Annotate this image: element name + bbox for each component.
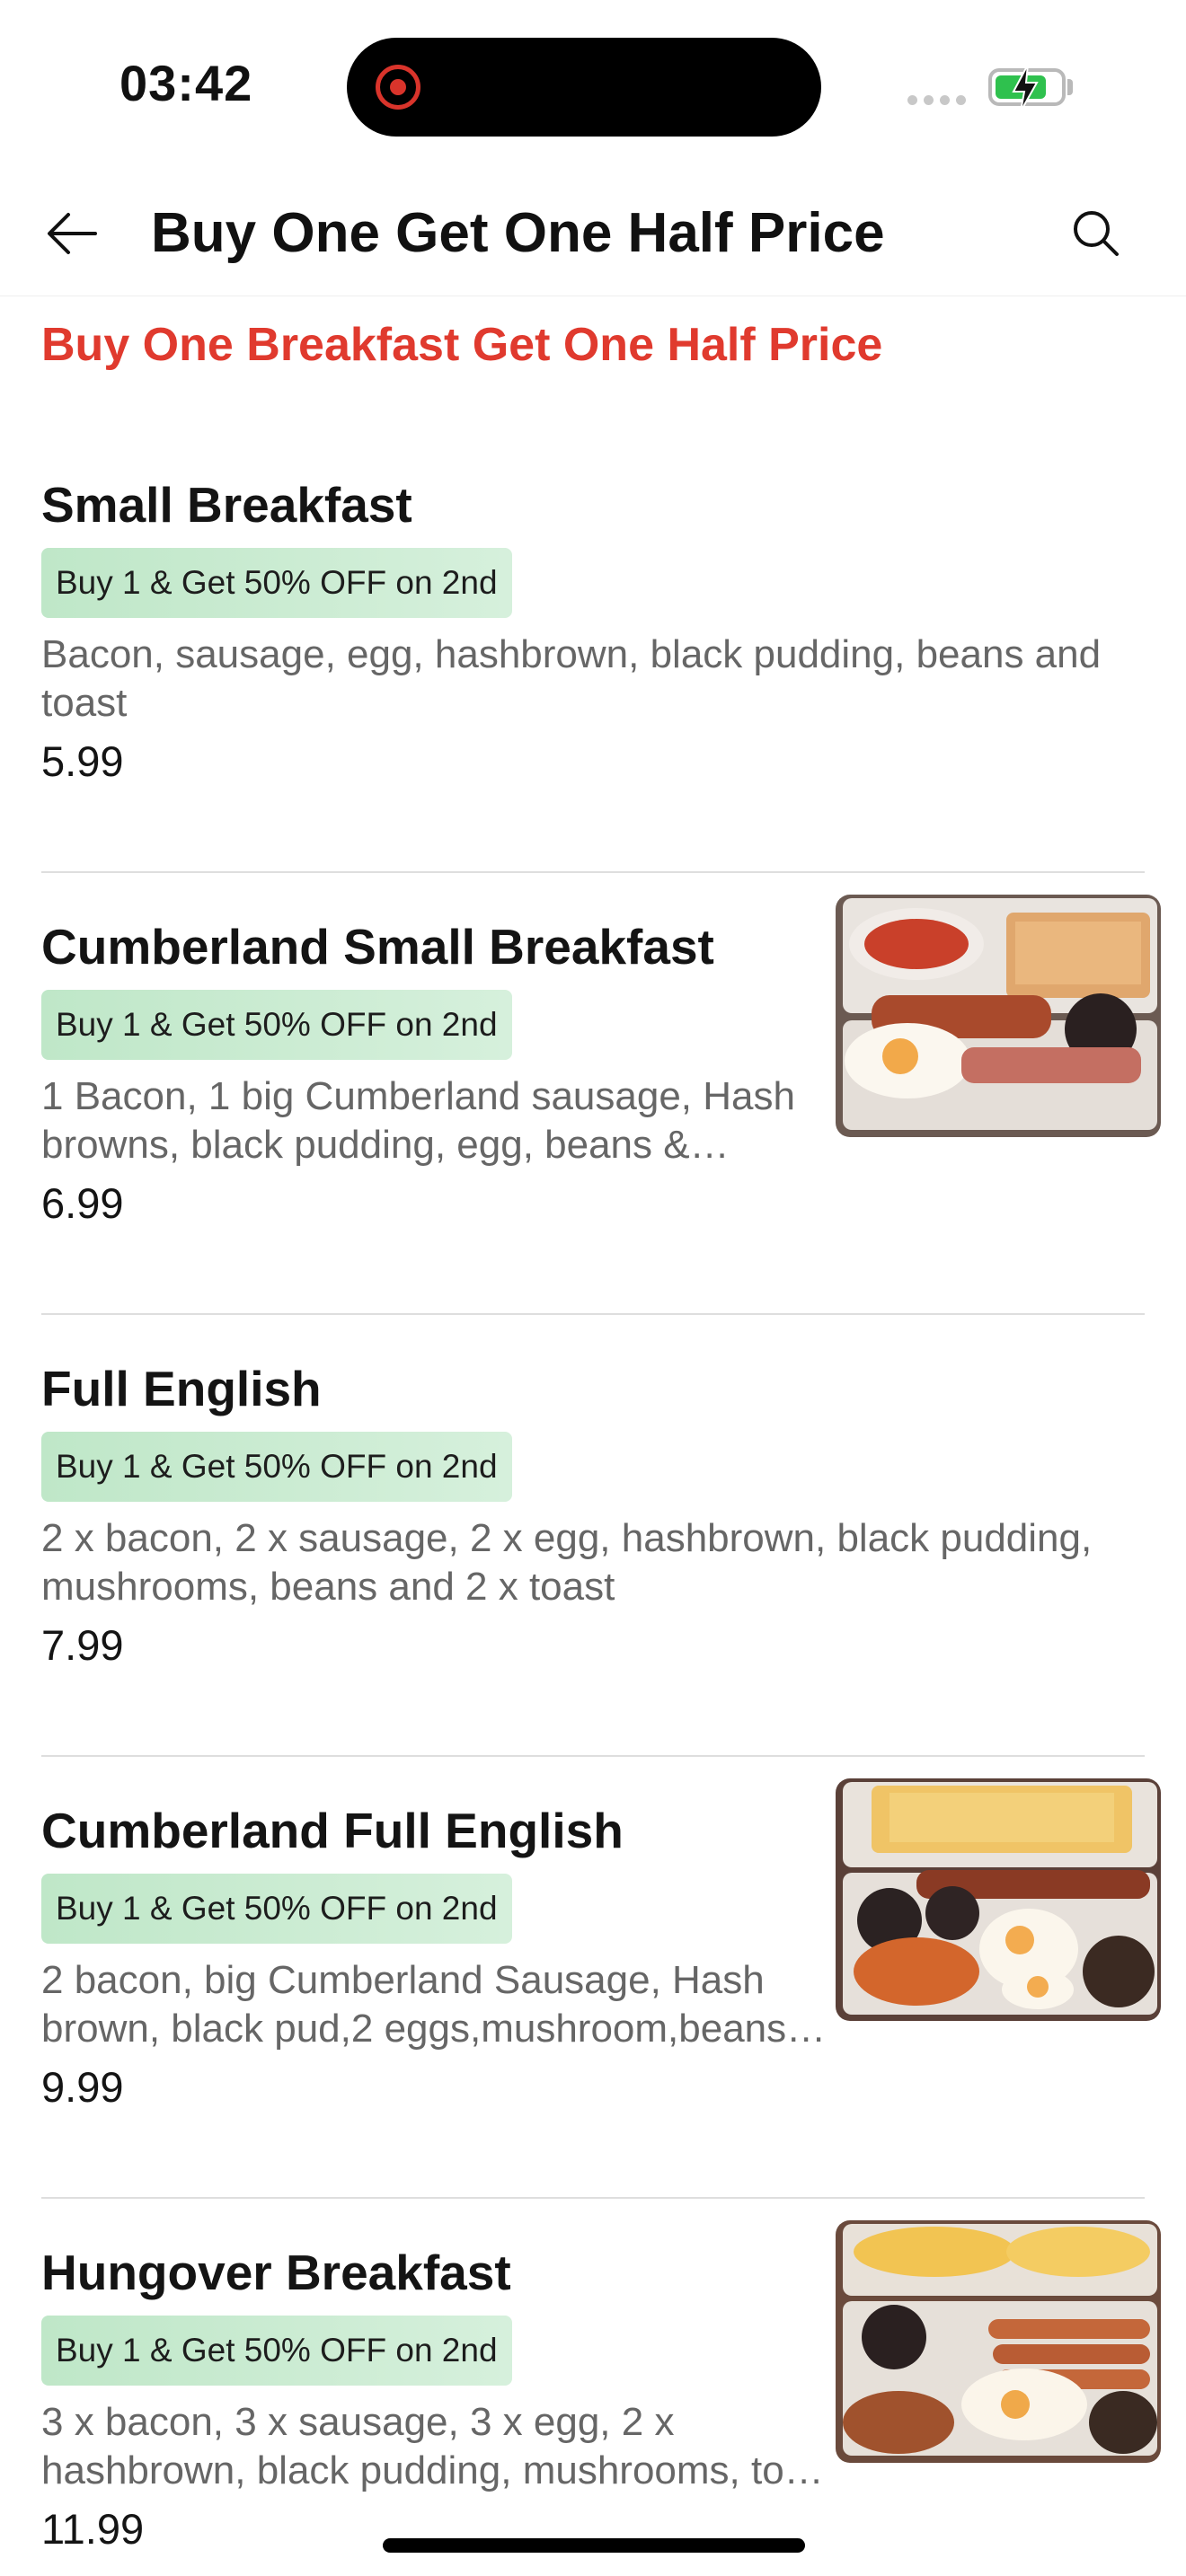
offer-badge: Buy 1 & Get 50% OFF on 2nd — [41, 548, 512, 618]
status-time: 03:42 — [119, 55, 253, 111]
menu-item[interactable]: Small Breakfast Buy 1 & Get 50% OFF on 2… — [0, 431, 1186, 873]
breakfast-food-image — [836, 895, 1161, 1137]
item-name: Small Breakfast — [41, 477, 412, 533]
item-description: 3 x bacon, 3 x sausage, 3 x egg, 2 x has… — [41, 2400, 824, 2492]
menu-list: Small Breakfast Buy 1 & Get 50% OFF on 2… — [0, 431, 1186, 2576]
screen-recording-icon — [376, 65, 420, 110]
home-indicator[interactable] — [383, 2538, 805, 2553]
item-price: 11.99 — [41, 2505, 145, 2553]
section-title: Buy One Breakfast Get One Half Price — [41, 319, 883, 371]
item-description: 2 x bacon, 2 x sausage, 2 x egg, hashbro… — [41, 1516, 1093, 1609]
item-photo[interactable] — [836, 2220, 1161, 2463]
breakfast-food-image — [836, 2220, 1161, 2463]
item-name: Cumberland Small Breakfast — [41, 919, 714, 975]
search-button[interactable] — [1060, 198, 1132, 269]
search-icon — [1074, 211, 1119, 256]
cellular-signal-icon — [907, 95, 966, 105]
dynamic-island — [347, 38, 821, 137]
arrow-left-icon — [48, 213, 97, 254]
menu-item[interactable]: Cumberland Small Breakfast Buy 1 & Get 5… — [0, 873, 1186, 1315]
app-header: Buy One Get One Half Price — [0, 171, 1186, 296]
menu-item[interactable]: Hungover Breakfast Buy 1 & Get 50% OFF o… — [0, 2199, 1186, 2576]
item-price: 5.99 — [41, 737, 124, 785]
item-price: 7.99 — [41, 1621, 124, 1669]
item-name: Hungover Breakfast — [41, 2245, 511, 2300]
item-description: Bacon, sausage, egg, hashbrown, black pu… — [41, 632, 1102, 725]
item-name: Cumberland Full English — [41, 1803, 624, 1858]
menu-item[interactable]: Cumberland Full English Buy 1 & Get 50% … — [0, 1757, 1186, 2199]
breakfast-food-image — [836, 1778, 1161, 2021]
battery-cap — [1067, 79, 1073, 95]
offer-badge: Buy 1 & Get 50% OFF on 2nd — [41, 2316, 512, 2386]
charging-bolt-icon — [1012, 64, 1039, 112]
menu-item[interactable]: Full English Buy 1 & Get 50% OFF on 2nd … — [0, 1315, 1186, 1757]
item-price: 6.99 — [41, 1179, 124, 1227]
page-title: Buy One Get One Half Price — [151, 202, 885, 264]
item-description: 2 bacon, big Cumberland Sausage, Hash br… — [41, 1958, 787, 2051]
back-button[interactable] — [36, 198, 108, 269]
offer-badge: Buy 1 & Get 50% OFF on 2nd — [41, 1432, 512, 1502]
item-price: 9.99 — [41, 2063, 124, 2111]
status-bar: 03:42 — [0, 0, 1186, 171]
offer-badge: Buy 1 & Get 50% OFF on 2nd — [41, 1874, 512, 1944]
app-screen: 03:42 Buy One Get One Half Price Buy One… — [0, 0, 1186, 2576]
item-photo[interactable] — [836, 1778, 1161, 2021]
item-description: 1 Bacon, 1 big Cumberland sausage, Hash … — [41, 1074, 795, 1167]
offer-badge: Buy 1 & Get 50% OFF on 2nd — [41, 990, 512, 1060]
item-name: Full English — [41, 1361, 322, 1416]
item-photo[interactable] — [836, 895, 1161, 1137]
